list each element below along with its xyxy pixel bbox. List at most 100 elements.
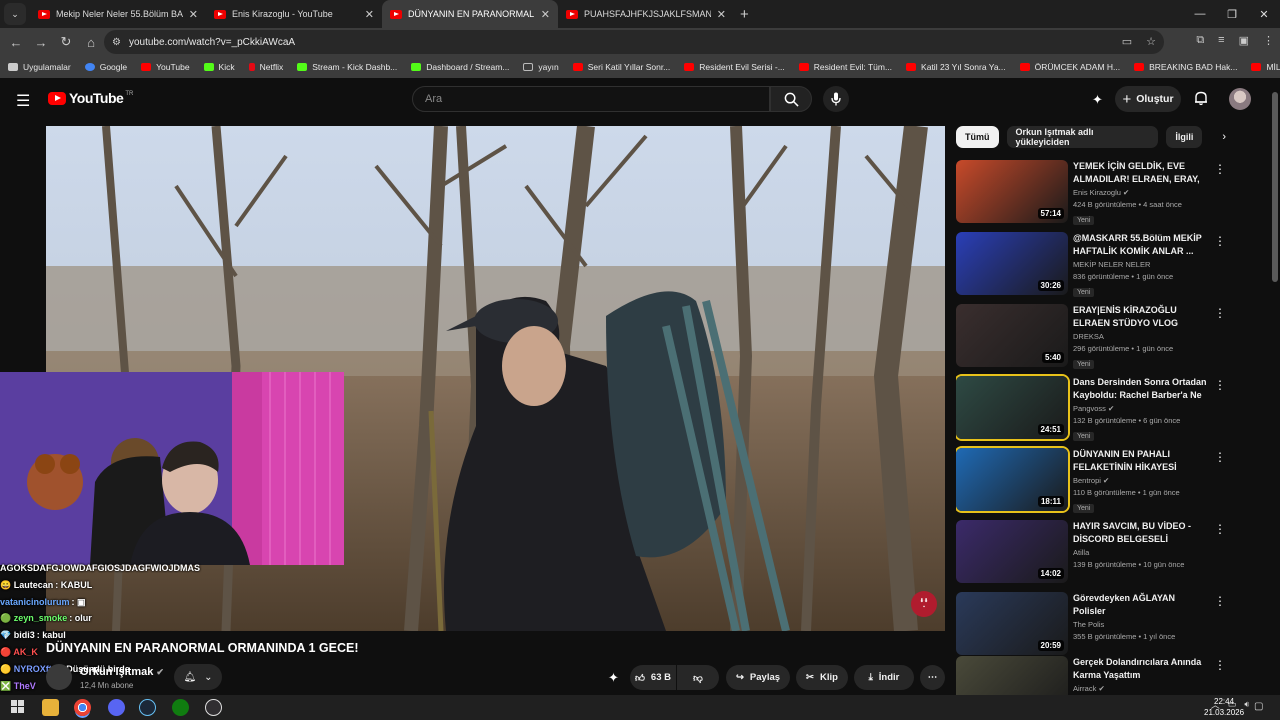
- taskbar-clock[interactable]: 22:44 21.03.2026: [1204, 696, 1244, 718]
- more-options-icon[interactable]: ⋮: [1214, 234, 1226, 248]
- subscription-bell-button[interactable]: 🔔︎ ⌄: [174, 664, 222, 690]
- chip-all[interactable]: Tümü: [956, 126, 999, 148]
- more-options-icon[interactable]: ⋮: [1214, 522, 1226, 536]
- recommended-title[interactable]: @MASKARR 55.Bölüm MEKİP HAFTALİK KOMİK A…: [1073, 232, 1208, 258]
- video-thumbnail[interactable]: 20:59: [956, 592, 1068, 655]
- recommended-title[interactable]: Gerçek Dolandırıcılara Anında Karma Yaşa…: [1073, 656, 1208, 682]
- recommended-video[interactable]: 5:40 ERAY|ENİS KİRAZOĞLU ELRAEN STÜDYO VL…: [956, 304, 1226, 369]
- account-avatar[interactable]: [1229, 88, 1251, 110]
- voice-search-button[interactable]: [823, 86, 849, 112]
- recommended-channel[interactable]: Bentropi ✔: [1073, 476, 1208, 485]
- more-actions-button[interactable]: ⋯: [920, 665, 945, 690]
- more-options-icon[interactable]: ⋮: [1214, 594, 1226, 608]
- recommended-title[interactable]: Görevdeyken AĞLAYAN Polisler: [1073, 592, 1208, 618]
- url-bar[interactable]: ⚙ youtube.com/watch?v=_pCkkiAWcaA ▭ ☆: [104, 30, 1164, 54]
- recommended-video[interactable]: 24:51 Dans Dersinden Sonra Ortadan Kaybol…: [956, 374, 1226, 441]
- forward-icon[interactable]: →: [29, 35, 53, 50]
- ask-ai-icon[interactable]: ✦: [608, 670, 619, 686]
- bookmark-item[interactable]: Google: [84, 62, 127, 72]
- ask-ai-icon[interactable]: ✦: [1092, 92, 1103, 108]
- more-options-icon[interactable]: ⋮: [1214, 378, 1226, 392]
- bookmark-item[interactable]: YouTube: [141, 62, 190, 72]
- more-options-icon[interactable]: ⋮: [1214, 658, 1226, 672]
- more-options-icon[interactable]: ⋮: [1214, 306, 1226, 320]
- browser-tab[interactable]: PUAHSFAJHFKJSJAKLFSMANZM ✕: [558, 0, 734, 28]
- recommended-channel[interactable]: Atilla: [1073, 548, 1208, 557]
- recommended-video[interactable]: 57:14 YEMEK İÇİN GELDİK, EVE ALMADILAR! E…: [956, 160, 1226, 225]
- reload-icon[interactable]: ↻: [54, 34, 78, 50]
- search-button[interactable]: [770, 86, 812, 112]
- cast-icon[interactable]: ▭: [1122, 35, 1132, 48]
- bookmark-item[interactable]: Dashboard / Stream...: [411, 62, 509, 72]
- recommended-video[interactable]: 14:02 HAYIR SAVCIM, BU VİDEO - DİSCORD BE…: [956, 520, 1226, 584]
- recommended-channel[interactable]: DREKSA: [1073, 332, 1208, 341]
- channel-avatar[interactable]: [46, 664, 72, 690]
- recommended-channel[interactable]: The Polis: [1073, 620, 1208, 629]
- close-tab-icon[interactable]: ✕: [189, 8, 198, 21]
- video-thumbnail[interactable]: 24:51: [956, 374, 1070, 441]
- recommended-title[interactable]: HAYIR SAVCIM, BU VİDEO - DİSCORD BELGESE…: [1073, 520, 1208, 546]
- video-thumbnail[interactable]: 5:40: [956, 304, 1068, 367]
- extensions-icon[interactable]: ⧉: [1196, 34, 1204, 47]
- chevron-right-icon[interactable]: ›: [1222, 131, 1226, 143]
- recommended-channel[interactable]: Airrack ✔: [1073, 684, 1208, 693]
- bookmark-item[interactable]: Kick: [203, 62, 235, 72]
- bookmark-item[interactable]: Netflix: [248, 62, 283, 72]
- close-window-icon[interactable]: ✕: [1248, 0, 1280, 28]
- browser-tab[interactable]: Enis Kirazoglu - YouTube ✕: [206, 0, 382, 28]
- video-thumbnail[interactable]: 14:02: [956, 520, 1068, 583]
- recommended-video[interactable]: 30:26 @MASKARR 55.Bölüm MEKİP HAFTALİK KO…: [956, 232, 1226, 297]
- minimize-icon[interactable]: —: [1184, 0, 1216, 28]
- bookmark-item[interactable]: Uygulamalar: [8, 62, 71, 72]
- bookmark-item[interactable]: Seri Katil Yıllar Sonr...: [572, 62, 670, 72]
- video-thumbnail[interactable]: [956, 656, 1068, 696]
- xbox-icon[interactable]: [172, 699, 189, 716]
- recommended-video[interactable]: 20:59 Görevdeyken AĞLAYAN Polisler The Pol…: [956, 592, 1226, 656]
- more-options-icon[interactable]: ⋮: [1214, 450, 1226, 464]
- recommended-title[interactable]: Dans Dersinden Sonra Ortadan Kayboldu: R…: [1073, 376, 1208, 402]
- bookmark-item[interactable]: ÖRÜMCEK ADAM H...: [1019, 62, 1120, 72]
- browser-tab[interactable]: Mekip Neler Neler 55.Bölüm BA ✕: [30, 0, 206, 28]
- recommended-title[interactable]: ERAY|ENİS KİRAZOĞLU ELRAEN STÜDYO VLOG İ…: [1073, 304, 1208, 330]
- chip-from-uploader[interactable]: Orkun Işıtmak adlı yükleyiciden: [1006, 126, 1159, 148]
- tab-search-button[interactable]: ⌄: [4, 3, 26, 25]
- recommended-title[interactable]: YEMEK İÇİN GELDİK, EVE ALMADILAR! ELRAEN…: [1073, 160, 1208, 186]
- notifications-bell-icon[interactable]: [1193, 90, 1209, 106]
- speaker-icon[interactable]: 🔉︎: [1244, 699, 1250, 710]
- download-button[interactable]: ⤓ İndir: [854, 665, 914, 690]
- video-thumbnail[interactable]: 57:14: [956, 160, 1068, 223]
- file-explorer-icon[interactable]: [42, 699, 59, 716]
- bookmark-item[interactable]: Stream - Kick Dashb...: [297, 62, 397, 72]
- recommended-channel[interactable]: Enis Kirazoglu ✔: [1073, 188, 1208, 197]
- bookmark-star-icon[interactable]: ☆: [1146, 35, 1156, 48]
- profile-icon[interactable]: ▣: [1239, 34, 1249, 47]
- recommended-video[interactable]: 18:11 DÜNYANIN EN PAHALI FELAKETİNİN HİKA…: [956, 446, 1226, 513]
- more-options-icon[interactable]: ⋮: [1214, 162, 1226, 176]
- site-info-icon[interactable]: ⚙: [112, 37, 121, 48]
- bookmark-item[interactable]: BREAKING BAD Hak...: [1134, 62, 1237, 72]
- video-thumbnail[interactable]: 30:26: [956, 232, 1068, 295]
- recommended-channel[interactable]: MEKİP NELER NELER: [1073, 260, 1208, 269]
- hamburger-menu-icon[interactable]: ☰: [16, 91, 30, 111]
- new-tab-button[interactable]: +: [740, 6, 749, 23]
- notification-center-icon[interactable]: ▢: [1254, 701, 1263, 712]
- dislike-button[interactable]: 👎︎: [677, 665, 719, 690]
- clip-button[interactable]: ✂ Klip: [796, 665, 848, 690]
- like-button[interactable]: 👍︎ 63 B: [630, 665, 676, 690]
- video-thumbnail[interactable]: 18:11: [956, 446, 1070, 513]
- bookmark-item[interactable]: Resident Evil Serisi -...: [684, 62, 785, 72]
- browser-menu-icon[interactable]: ⋮: [1263, 34, 1274, 47]
- search-input[interactable]: Ara: [412, 86, 770, 112]
- reading-list-icon[interactable]: ≡: [1218, 34, 1224, 47]
- close-tab-icon[interactable]: ✕: [365, 8, 374, 21]
- scrollbar-thumb[interactable]: [1272, 92, 1278, 282]
- chrome-icon[interactable]: [74, 699, 91, 716]
- channel-name[interactable]: Orkun Işıtmak ✔: [80, 666, 164, 678]
- windows-start-icon[interactable]: [11, 700, 24, 713]
- steam-icon[interactable]: [139, 699, 156, 716]
- obs-icon[interactable]: [205, 699, 222, 716]
- restore-icon[interactable]: ❐: [1216, 0, 1248, 28]
- back-icon[interactable]: ←: [4, 35, 28, 50]
- close-tab-icon[interactable]: ✕: [541, 8, 550, 21]
- recommended-channel[interactable]: Pangvoss ✔: [1073, 404, 1208, 413]
